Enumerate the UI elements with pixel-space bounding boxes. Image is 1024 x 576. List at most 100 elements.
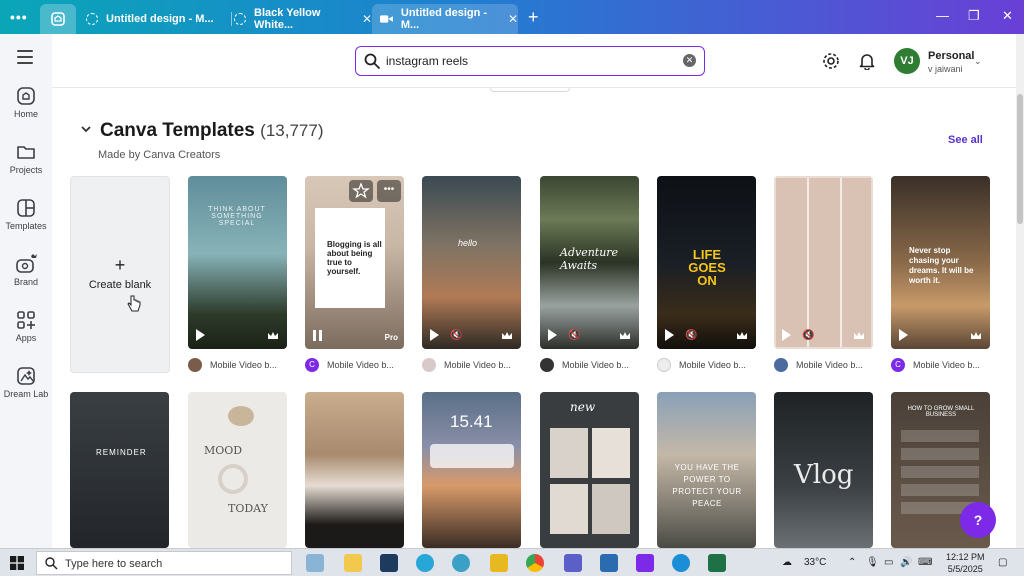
- template-card-5[interactable]: LIFE GOES ON 🔇: [657, 176, 756, 349]
- template-text: new: [570, 400, 596, 414]
- sticky-notes-icon[interactable]: [490, 554, 508, 572]
- network-icon[interactable]: ▭: [884, 557, 893, 568]
- search-input[interactable]: [386, 52, 676, 70]
- more-options-icon[interactable]: •••: [377, 180, 401, 202]
- creator-avatar: C: [305, 358, 319, 372]
- photo-tile: [550, 428, 588, 478]
- notification-center-icon[interactable]: ▢: [998, 557, 1007, 568]
- tab-close-icon[interactable]: ✕: [362, 12, 372, 26]
- template-text: MOOD: [204, 444, 243, 457]
- tab-untitled-design-1[interactable]: Untitled design - M...: [78, 4, 232, 34]
- weather-temperature[interactable]: 33°C: [804, 557, 826, 568]
- window-close-button[interactable]: ✕: [1002, 8, 1013, 24]
- sidebar-item-templates[interactable]: Templates: [0, 198, 52, 231]
- teams-icon[interactable]: [564, 554, 582, 572]
- account-username: v jaiwani: [928, 64, 963, 74]
- template-card-4[interactable]: Adventure Awaits 🔇: [540, 176, 639, 349]
- microphone-icon[interactable]: 🎙: [866, 557, 879, 568]
- notifications-bell-icon[interactable]: [859, 52, 875, 70]
- file-explorer-icon[interactable]: [344, 554, 362, 572]
- account-name[interactable]: Personal: [928, 50, 974, 62]
- play-icon[interactable]: [430, 329, 439, 341]
- sidebar-item-projects[interactable]: Projects: [0, 142, 52, 175]
- play-icon[interactable]: [196, 329, 205, 341]
- template-card-13[interactable]: YOU HAVE THE POWER TO PROTECT YOUR PEACE: [657, 392, 756, 548]
- section-title-text: Canva Templates: [100, 120, 255, 141]
- clock-date: 5/5/2025: [947, 564, 983, 574]
- video-icon: [380, 15, 393, 23]
- sidebar-item-home[interactable]: Home: [0, 86, 52, 119]
- sidebar-item-apps[interactable]: Apps: [0, 310, 52, 343]
- template-card-12[interactable]: new: [540, 392, 639, 548]
- create-blank-card[interactable]: + Create blank: [70, 176, 170, 373]
- template-card-8[interactable]: REMINDER: [70, 392, 169, 548]
- template-card-9[interactable]: MOOD TODAY: [188, 392, 287, 548]
- mute-icon[interactable]: 🔇: [568, 330, 580, 341]
- tab-close-icon[interactable]: ✕: [508, 12, 518, 26]
- taskbar-clock[interactable]: 12:12 PM 5/5/2025: [946, 551, 985, 575]
- template-card-3[interactable]: hello 🔇: [422, 176, 521, 349]
- edge-icon[interactable]: [672, 554, 690, 572]
- see-all-link[interactable]: See all: [948, 134, 983, 146]
- restore-button[interactable]: ❐: [968, 8, 980, 24]
- pro-badge: Pro: [384, 333, 398, 342]
- search-box[interactable]: ✕: [355, 46, 705, 76]
- play-icon[interactable]: [899, 329, 908, 341]
- hamburger-menu-icon[interactable]: [17, 50, 33, 68]
- store-icon[interactable]: [600, 554, 618, 572]
- template-text: Never stop chasing your dreams. It will …: [909, 246, 974, 285]
- settings-gear-icon[interactable]: [822, 52, 840, 70]
- chrome-icon[interactable]: [526, 554, 544, 572]
- tab-untitled-design-active[interactable]: Untitled design - M... ✕: [372, 4, 518, 34]
- page-scrollbar[interactable]: [1016, 34, 1024, 548]
- mute-icon[interactable]: 🔇: [802, 330, 814, 341]
- template-meta-text: Mobile Video b...: [210, 360, 277, 370]
- play-icon[interactable]: [782, 329, 791, 341]
- windows-start-icon[interactable]: [10, 556, 24, 570]
- pause-icon[interactable]: [313, 330, 322, 341]
- crown-icon: [502, 332, 512, 339]
- excel-icon[interactable]: [708, 554, 726, 572]
- template-card-14[interactable]: Vlog: [774, 392, 873, 548]
- star-favorite-icon[interactable]: [349, 180, 373, 202]
- help-button[interactable]: ?: [960, 502, 996, 538]
- mute-icon[interactable]: 🔇: [685, 330, 697, 341]
- search-icon: [364, 53, 380, 69]
- screen-recorder-icon[interactable]: [380, 554, 398, 572]
- tab-label: Untitled design - M...: [106, 13, 214, 25]
- creator-avatar: [540, 358, 554, 372]
- browser-menu-icon[interactable]: •••: [10, 9, 28, 25]
- mute-icon[interactable]: 🔇: [450, 330, 462, 341]
- play-icon[interactable]: [548, 329, 557, 341]
- template-card-10[interactable]: [305, 392, 404, 548]
- home-tab[interactable]: [40, 4, 76, 34]
- loading-icon: [234, 13, 246, 25]
- clear-search-icon[interactable]: ✕: [683, 54, 696, 67]
- template-card-1[interactable]: THINK ABOUT SOMETHING SPECIAL: [188, 176, 287, 349]
- chevron-up-icon[interactable]: ⌃: [848, 557, 856, 568]
- template-card-7[interactable]: Never stop chasing your dreams. It will …: [891, 176, 990, 349]
- sidebar-item-brand[interactable]: Brand: [0, 254, 52, 287]
- play-icon[interactable]: [665, 329, 674, 341]
- template-card-11[interactable]: 15.41: [422, 392, 521, 548]
- tab-black-yellow-white[interactable]: Black Yellow White... ✕: [226, 4, 372, 34]
- taskview-app-icon[interactable]: [306, 554, 324, 572]
- scrollbar-thumb[interactable]: [1017, 94, 1023, 224]
- media-app-icon[interactable]: [636, 554, 654, 572]
- user-avatar[interactable]: VJ: [894, 48, 920, 74]
- template-card-6[interactable]: 🔇: [774, 176, 873, 349]
- skype-icon[interactable]: [416, 554, 434, 572]
- minimize-button[interactable]: —: [936, 8, 949, 23]
- volume-icon[interactable]: 🔊: [900, 557, 912, 568]
- new-tab-button[interactable]: +: [528, 7, 539, 28]
- template-meta-text: Mobile Video b...: [796, 360, 863, 370]
- account-chevron-down-icon[interactable]: ⌄: [974, 56, 982, 67]
- taskbar-search[interactable]: Type here to search: [36, 551, 292, 575]
- canva-app-icon[interactable]: [452, 554, 470, 572]
- keyboard-icon[interactable]: ⌨: [918, 557, 932, 568]
- collapse-chevron-icon[interactable]: [80, 124, 92, 134]
- template-card-2[interactable]: Blogging is all about being true to your…: [305, 176, 404, 349]
- sidebar-item-dream-lab[interactable]: Dream Lab: [0, 366, 52, 399]
- weather-icon[interactable]: ☁: [782, 557, 792, 568]
- template-text: YOU HAVE THE POWER TO PROTECT YOUR PEACE: [672, 463, 742, 508]
